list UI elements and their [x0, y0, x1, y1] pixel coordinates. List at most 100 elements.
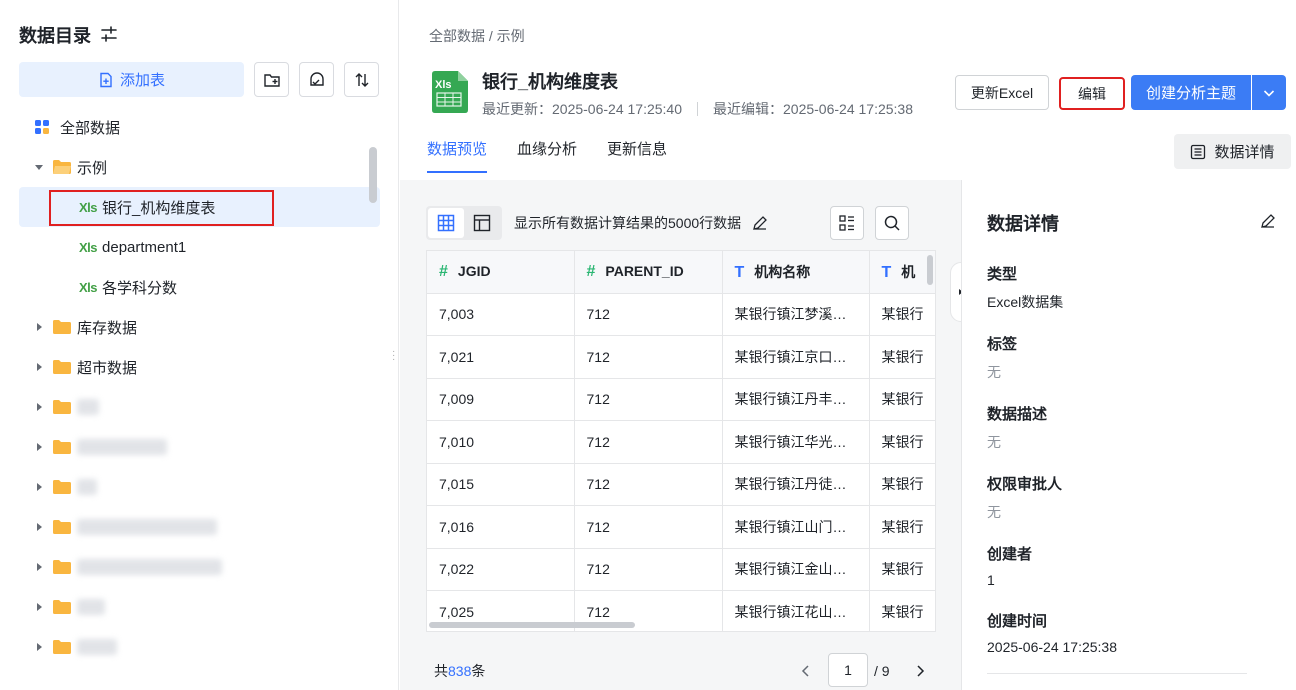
- folder-icon: [53, 440, 71, 454]
- table-row[interactable]: 7,003 712 某银行镇江梦溪… 某银行: [427, 293, 935, 336]
- caret-down-icon[interactable]: [33, 161, 45, 173]
- caret-right-icon[interactable]: [33, 601, 45, 613]
- caret-right-icon[interactable]: [33, 321, 45, 333]
- add-table-button[interactable]: 添加表: [19, 62, 244, 97]
- tree-folder-redacted[interactable]: [19, 427, 380, 467]
- table-horizontal-scrollbar[interactable]: [429, 622, 635, 628]
- update-excel-button[interactable]: 更新Excel: [955, 75, 1049, 110]
- highlight-selected-file: [49, 190, 274, 226]
- table-cell[interactable]: 712: [574, 505, 723, 549]
- table-vertical-scrollbar[interactable]: [927, 255, 933, 285]
- table-cell[interactable]: 7,022: [427, 548, 575, 591]
- folder-icon: [53, 400, 71, 414]
- search-button[interactable]: [875, 206, 909, 240]
- caret-right-icon[interactable]: [33, 521, 45, 533]
- table-row[interactable]: 7,010 712 某银行镇江华光… 某银行: [427, 420, 935, 464]
- redacted-label: [77, 599, 105, 615]
- table-cell[interactable]: 某银行镇江华光…: [722, 420, 870, 464]
- table-cell[interactable]: 7,015: [427, 463, 575, 506]
- table-cell[interactable]: 某银行: [869, 335, 935, 379]
- table-cell[interactable]: 某银行镇江丹丰…: [722, 378, 870, 421]
- tab-update-info[interactable]: 更新信息: [607, 138, 667, 173]
- breadcrumb[interactable]: 全部数据 / 示例: [429, 26, 525, 46]
- next-page-icon[interactable]: [914, 664, 926, 681]
- sort-button[interactable]: [344, 62, 379, 97]
- sidebar-scrollbar[interactable]: [369, 147, 377, 203]
- redacted-label: [77, 399, 99, 415]
- table-cell[interactable]: 某银行镇江花山…: [722, 590, 870, 631]
- tree-folder-example[interactable]: 示例: [19, 147, 380, 187]
- create-topic-dropdown-button[interactable]: [1252, 75, 1286, 110]
- table-row[interactable]: 7,009 712 某银行镇江丹丰… 某银行: [427, 378, 935, 421]
- folder-icon: [53, 640, 71, 654]
- tree-folder-redacted[interactable]: [19, 507, 380, 547]
- column-header[interactable]: T 机构名称: [722, 251, 870, 294]
- table-cell[interactable]: 712: [574, 548, 723, 591]
- table-cell[interactable]: 某银行: [869, 590, 935, 631]
- table-cell[interactable]: 某银行: [869, 548, 935, 591]
- detail-field: 创建时间 2025-06-24 17:25:38: [987, 610, 1117, 655]
- table-cell[interactable]: 某银行镇江梦溪…: [722, 293, 870, 336]
- tree-item-all-data[interactable]: 全部数据: [19, 107, 380, 147]
- table-row[interactable]: 7,022 712 某银行镇江金山… 某银行: [427, 548, 935, 591]
- tab-data-preview[interactable]: 数据预览: [427, 138, 488, 173]
- caret-right-icon[interactable]: [33, 361, 45, 373]
- tree-folder-redacted[interactable]: [19, 547, 380, 587]
- edit-pencil-icon[interactable]: [1259, 212, 1277, 230]
- caret-right-icon[interactable]: [33, 441, 45, 453]
- tree-folder-redacted[interactable]: [19, 627, 380, 667]
- data-details-button[interactable]: 数据详情: [1174, 134, 1291, 169]
- tree-folder-redacted[interactable]: [19, 467, 380, 507]
- caret-right-icon[interactable]: [33, 401, 45, 413]
- folder-icon: [53, 600, 71, 614]
- table-cell[interactable]: 某银行: [869, 293, 935, 336]
- grid-view-button[interactable]: [428, 208, 464, 238]
- edit-button[interactable]: 编辑: [1059, 77, 1125, 110]
- table-cell[interactable]: 7,009: [427, 378, 575, 421]
- table-row[interactable]: 7,016 712 某银行镇江山门… 某银行: [427, 505, 935, 549]
- table-cell[interactable]: 某银行镇江金山…: [722, 548, 870, 591]
- page-number-input[interactable]: 1: [828, 653, 868, 687]
- table-cell[interactable]: 7,021: [427, 335, 575, 379]
- tree-folder-redacted[interactable]: [19, 387, 380, 427]
- table-cell[interactable]: 712: [574, 335, 723, 379]
- resize-handle-icon[interactable]: · · ·: [392, 347, 395, 365]
- table-cell[interactable]: 712: [574, 378, 723, 421]
- create-analysis-topic-button[interactable]: 创建分析主题: [1131, 75, 1251, 110]
- table-cell[interactable]: 某银行: [869, 505, 935, 549]
- table-cell[interactable]: 712: [574, 463, 723, 506]
- tree-folder-supermarket[interactable]: 超市数据: [19, 347, 380, 387]
- table-cell[interactable]: 某银行镇江山门…: [722, 505, 870, 549]
- table-cell[interactable]: 某银行镇江京口…: [722, 335, 870, 379]
- edit-pencil-icon[interactable]: [751, 214, 769, 232]
- tree-folder-redacted[interactable]: [19, 587, 380, 627]
- prev-page-icon[interactable]: [800, 664, 812, 681]
- table-cell[interactable]: 7,003: [427, 293, 575, 336]
- table-cell[interactable]: 712: [574, 293, 723, 336]
- table-cell[interactable]: 某银行镇江丹徒…: [722, 463, 870, 506]
- tree-file-department1[interactable]: Xls department1: [19, 227, 380, 267]
- caret-right-icon[interactable]: [33, 481, 45, 493]
- tab-lineage[interactable]: 血缘分析: [517, 138, 577, 173]
- layout-view-button[interactable]: [464, 208, 500, 238]
- column-settings-button[interactable]: [830, 206, 864, 240]
- table-cell[interactable]: 7,016: [427, 505, 575, 549]
- table-row[interactable]: 7,021 712 某银行镇江京口… 某银行: [427, 335, 935, 379]
- table-cell[interactable]: 712: [574, 420, 723, 464]
- tree-file-subject-scores[interactable]: Xls 各学科分数: [19, 267, 380, 307]
- caret-right-icon[interactable]: [33, 641, 45, 653]
- table-cell[interactable]: 7,010: [427, 420, 575, 464]
- tree-folder-inventory[interactable]: 库存数据: [19, 307, 380, 347]
- filter-settings-icon[interactable]: [99, 24, 119, 44]
- caret-right-icon[interactable]: [33, 561, 45, 573]
- table-cell[interactable]: 某银行: [869, 420, 935, 464]
- column-header[interactable]: # JGID: [427, 251, 575, 294]
- xls-file-icon: Xls: [79, 279, 98, 295]
- table-cell[interactable]: 某银行: [869, 463, 935, 506]
- column-header[interactable]: # PARENT_ID: [574, 251, 723, 294]
- column-header[interactable]: T机: [869, 251, 935, 294]
- table-row[interactable]: 7,015 712 某银行镇江丹徒… 某银行: [427, 463, 935, 506]
- connect-datasource-button[interactable]: [299, 62, 334, 97]
- new-folder-button[interactable]: [254, 62, 289, 97]
- table-cell[interactable]: 某银行: [869, 378, 935, 421]
